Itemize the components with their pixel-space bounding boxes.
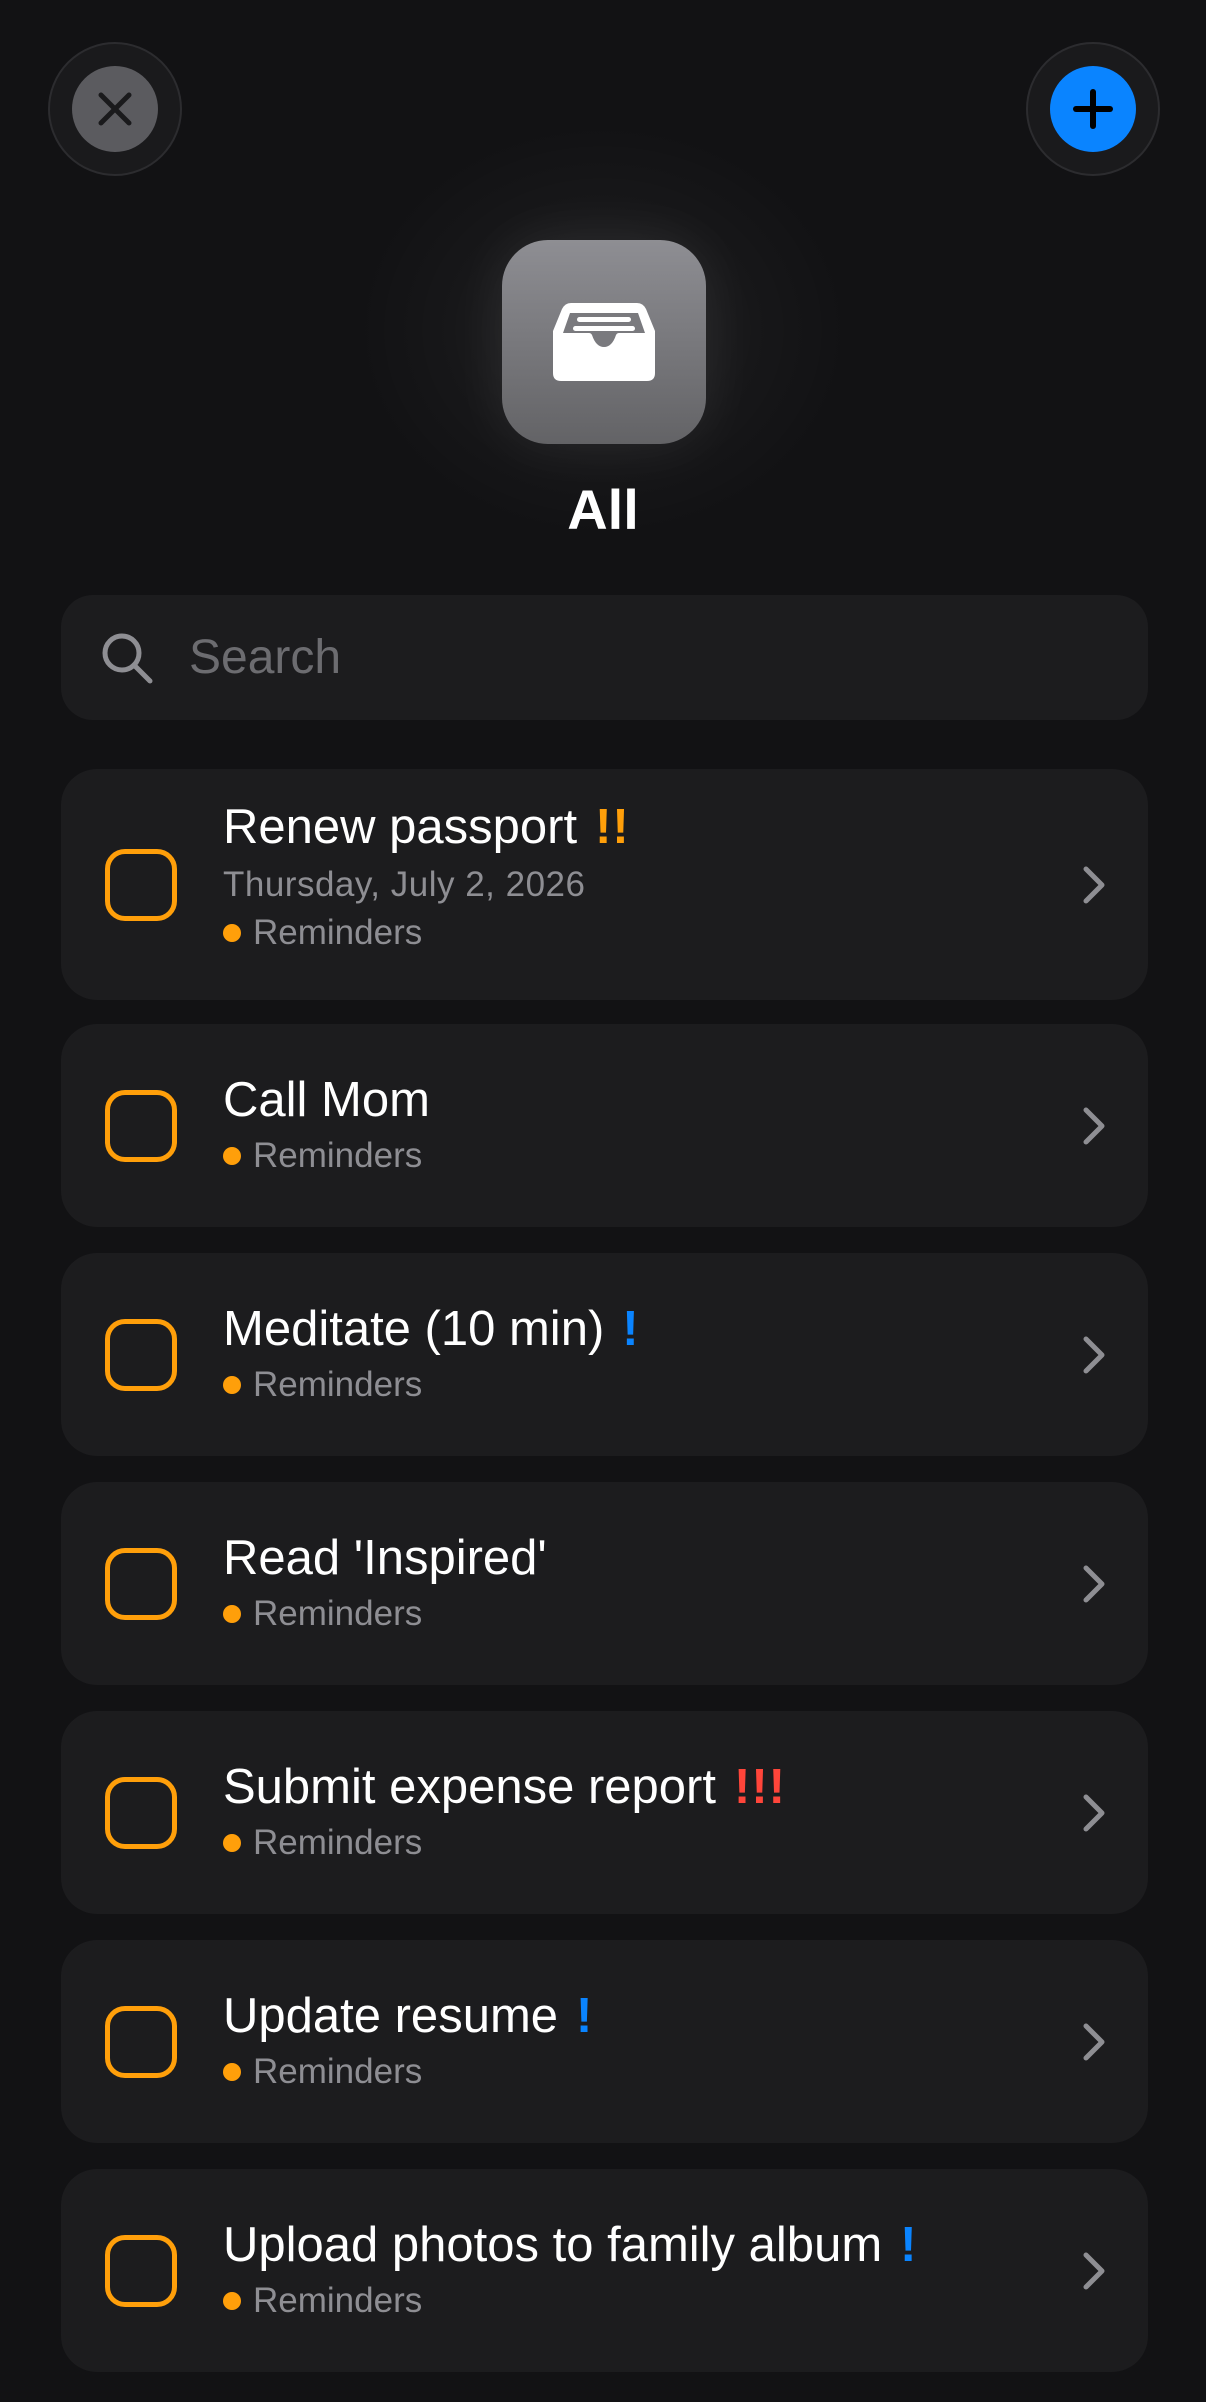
close-button-circle: [72, 66, 158, 152]
reminder-title: Call Mom: [223, 1070, 430, 1130]
reminder-text: Read 'Inspired' Reminders: [223, 1528, 547, 1636]
reminder-checkbox[interactable]: [105, 1777, 177, 1849]
priority-indicator: !: [622, 1302, 640, 1356]
reminder-text: Update resume! Reminders: [223, 1986, 593, 2094]
reminder-list-label: Reminders: [223, 1363, 640, 1407]
reminder-title: Submit expense report!!!: [223, 1757, 786, 1817]
reminder-list-label: Reminders: [223, 2279, 917, 2323]
reminder-title-text: Read 'Inspired': [223, 1531, 547, 1585]
list-color-dot: [223, 1834, 241, 1852]
reminder-title-text: Meditate (10 min): [223, 1302, 605, 1356]
chevron-right-icon: [1083, 1794, 1105, 1832]
reminder-title-text: Renew passport: [223, 800, 578, 854]
list-icon-tile: [502, 240, 706, 444]
priority-indicator: !!!: [734, 1760, 786, 1814]
reminder-text: Submit expense report!!! Reminders: [223, 1757, 786, 1865]
page-title: All: [567, 478, 639, 541]
reminder-title: Read 'Inspired': [223, 1528, 547, 1588]
list-name: Reminders: [253, 913, 423, 952]
chevron-right-icon: [1083, 866, 1105, 904]
reminder-list-label: Reminders: [223, 2050, 593, 2094]
reminder-row[interactable]: Renew passport!! Thursday, July 2, 2026 …: [61, 769, 1148, 1000]
list-color-dot: [223, 2292, 241, 2310]
list-name: Reminders: [253, 2281, 423, 2320]
list-color-dot: [223, 1147, 241, 1165]
chevron-right-icon: [1083, 1336, 1105, 1374]
search-input[interactable]: [187, 629, 1091, 686]
list-color-dot: [223, 2063, 241, 2081]
reminder-row[interactable]: Read 'Inspired' Reminders: [61, 1482, 1148, 1685]
list-name: Reminders: [253, 1136, 423, 1175]
list-name: Reminders: [253, 2052, 423, 2091]
reminder-text: Meditate (10 min)! Reminders: [223, 1299, 640, 1407]
reminder-list-label: Reminders: [223, 1134, 430, 1178]
reminder-title-text: Call Mom: [223, 1073, 430, 1127]
plus-icon: [1073, 89, 1113, 129]
reminder-title-text: Submit expense report: [223, 1760, 716, 1814]
reminder-list-label: Reminders: [223, 911, 630, 955]
reminder-checkbox[interactable]: [105, 849, 177, 921]
list-color-dot: [223, 1376, 241, 1394]
reminder-checkbox[interactable]: [105, 1319, 177, 1391]
reminder-row[interactable]: Upload photos to family album! Reminders: [61, 2169, 1148, 2372]
priority-indicator: !: [900, 2218, 918, 2272]
add-button-circle: [1050, 66, 1136, 152]
reminder-checkbox[interactable]: [105, 2235, 177, 2307]
reminder-text: Upload photos to family album! Reminders: [223, 2215, 917, 2323]
reminder-title: Upload photos to family album!: [223, 2215, 917, 2275]
chevron-right-icon: [1083, 1565, 1105, 1603]
search-icon: [102, 633, 153, 683]
reminder-row[interactable]: Submit expense report!!! Reminders: [61, 1711, 1148, 1914]
reminder-row[interactable]: Update resume! Reminders: [61, 1940, 1148, 2143]
add-reminder-button[interactable]: [1026, 42, 1160, 176]
list-name: Reminders: [253, 1823, 423, 1862]
reminder-title-text: Upload photos to family album: [223, 2218, 883, 2272]
close-button[interactable]: [48, 42, 182, 176]
reminder-row[interactable]: Call Mom Reminders: [61, 1024, 1148, 1227]
reminder-checkbox[interactable]: [105, 1548, 177, 1620]
reminder-list-label: Reminders: [223, 1592, 547, 1636]
reminder-text: Call Mom Reminders: [223, 1070, 430, 1178]
reminder-title: Renew passport!!: [223, 797, 630, 857]
tray-icon: [553, 303, 655, 381]
reminder-text: Renew passport!! Thursday, July 2, 2026 …: [223, 797, 630, 955]
reminder-checkbox[interactable]: [105, 1090, 177, 1162]
reminder-date: Thursday, July 2, 2026: [223, 865, 586, 904]
reminder-title-text: Update resume: [223, 1989, 559, 2043]
reminder-list-label: Reminders: [223, 1821, 786, 1865]
priority-indicator: !: [576, 1989, 594, 2043]
reminder-checkbox[interactable]: [105, 2006, 177, 2078]
list-name: Reminders: [253, 1594, 423, 1633]
list-name: Reminders: [253, 1365, 423, 1404]
reminder-title: Meditate (10 min)!: [223, 1299, 640, 1359]
chevron-right-icon: [1083, 2023, 1105, 2061]
close-icon: [98, 92, 132, 126]
reminder-title: Update resume!: [223, 1986, 593, 2046]
priority-indicator: !!: [595, 800, 630, 854]
search-bar[interactable]: [61, 595, 1148, 720]
chevron-right-icon: [1083, 1107, 1105, 1145]
list-color-dot: [223, 1605, 241, 1623]
chevron-right-icon: [1083, 2252, 1105, 2290]
list-color-dot: [223, 924, 241, 942]
reminder-row[interactable]: Meditate (10 min)! Reminders: [61, 1253, 1148, 1456]
